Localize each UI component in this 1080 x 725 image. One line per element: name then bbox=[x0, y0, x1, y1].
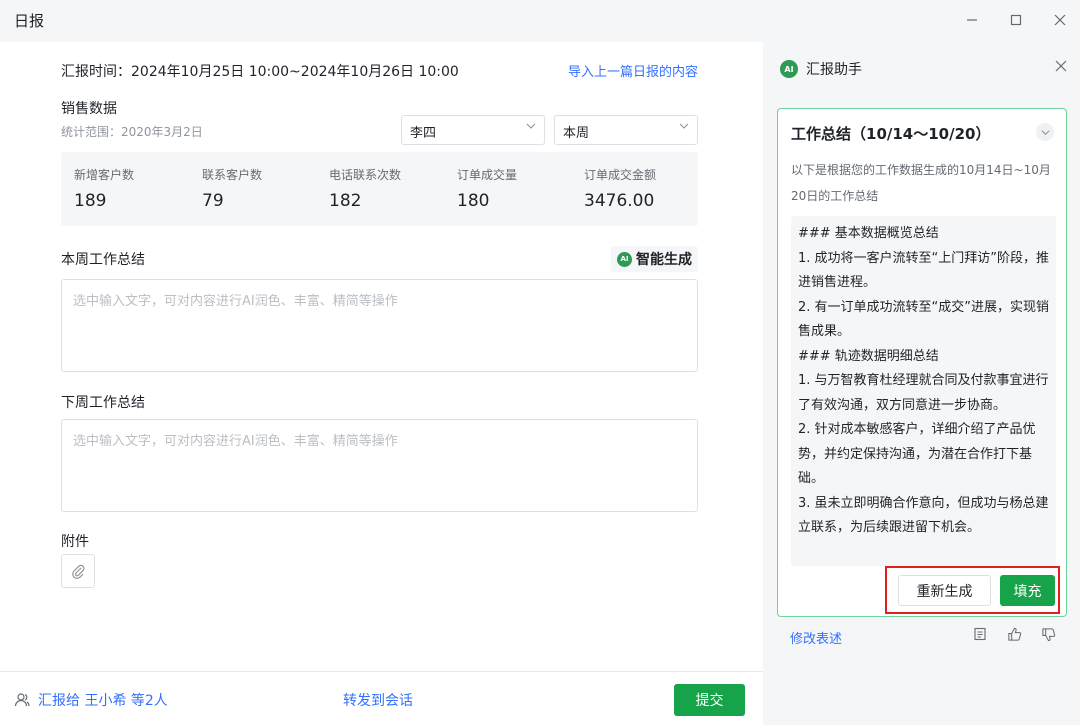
import-previous-link[interactable]: 导入上一篇日报的内容 bbox=[568, 61, 698, 80]
form-footer: 汇报给 王小希 等2人 转发到会话 提交 bbox=[0, 671, 763, 725]
stat-value: 182 bbox=[329, 191, 362, 211]
period-select-value: 本周 bbox=[563, 126, 590, 141]
this-week-title: 本周工作总结 bbox=[61, 252, 145, 268]
next-week-title: 下周工作总结 bbox=[61, 395, 145, 411]
stat-new-customers: 新增客户数 189 bbox=[74, 166, 134, 211]
paperclip-icon bbox=[72, 564, 85, 579]
report-time: 汇报时间：2024年10月25日 10:00~2024年10月26日 10:00 bbox=[61, 64, 459, 80]
stat-label: 订单成交金额 bbox=[584, 168, 657, 182]
this-week-summary-input[interactable]: 选中输入文字，可对内容进行AI润色、丰富、精简等操作 bbox=[61, 279, 698, 372]
close-icon[interactable] bbox=[1055, 57, 1067, 76]
window-title: 日报 bbox=[14, 12, 45, 30]
report-to-recipients[interactable]: 汇报给 王小希 等2人 bbox=[14, 690, 168, 710]
forward-to-chat-link[interactable]: 转发到会话 bbox=[343, 690, 413, 710]
summary-card: 工作总结（10/14～10/20） 以下是根据您的工作数据生成的10月14日~1… bbox=[777, 108, 1067, 617]
placeholder-text: 选中输入文字，可对内容进行AI润色、丰富、精简等操作 bbox=[73, 294, 398, 309]
stat-value: 3476.00 bbox=[584, 191, 655, 211]
stat-range: 统计范围：2020年3月2日 bbox=[61, 125, 203, 139]
ai-assistant-icon: AI bbox=[780, 60, 798, 78]
maximize-icon[interactable] bbox=[1004, 8, 1028, 32]
card-intro: 以下是根据您的工作数据生成的10月14日~10月20日的工作总结 bbox=[791, 163, 1051, 203]
regenerate-button[interactable]: 重新生成 bbox=[898, 575, 991, 606]
summary-line: 2. 有一订单成功流转至“成交”进展，实现销售成果。 bbox=[798, 299, 1050, 340]
chevron-down-icon bbox=[526, 121, 536, 134]
assistant-header: AI 汇报助手 bbox=[780, 59, 862, 79]
stat-value: 180 bbox=[457, 191, 490, 211]
attach-button[interactable] bbox=[61, 554, 95, 588]
stat-value: 79 bbox=[202, 191, 224, 211]
stat-orders: 订单成交量 180 bbox=[457, 166, 517, 211]
stat-label: 电话联系次数 bbox=[329, 168, 402, 182]
report-to-label: 汇报给 王小希 等2人 bbox=[38, 693, 168, 709]
person-select[interactable]: 李四 bbox=[401, 115, 545, 145]
user-icon bbox=[14, 693, 30, 707]
ai-assistant-icon: AI bbox=[617, 251, 632, 267]
report-assistant-panel: AI 汇报助手 工作总结（10/14～10/20） 以下是根据您的工作数据生成的… bbox=[763, 42, 1080, 725]
stat-order-amount: 订单成交金额 3476.00 bbox=[584, 166, 656, 211]
ai-generate-button[interactable]: AI 智能生成 bbox=[611, 246, 698, 272]
close-icon[interactable] bbox=[1048, 8, 1072, 32]
summary-line: 1. 与万智教育杜经理就合同及付款事宜进行了有效沟通，双方同意进一步协商。 bbox=[798, 373, 1049, 413]
person-select-value: 李四 bbox=[410, 126, 437, 141]
card-title: 工作总结（10/14～10/20） bbox=[791, 125, 991, 143]
sales-data-title: 销售数据 bbox=[61, 101, 117, 117]
stat-value: 189 bbox=[74, 191, 107, 211]
chevron-down-icon bbox=[679, 121, 689, 134]
sales-stats-panel: 新增客户数 189 联系客户数 79 电话联系次数 182 订单成交量 180 … bbox=[61, 152, 698, 226]
thumbs-down-icon[interactable] bbox=[1039, 625, 1057, 643]
summary-line: ### 轨迹数据明细总结 bbox=[798, 348, 939, 364]
attachment-title: 附件 bbox=[61, 534, 89, 550]
assistant-title: 汇报助手 bbox=[806, 62, 862, 78]
summary-line: ### 基本数据概览总结 bbox=[798, 226, 939, 241]
stat-label: 订单成交量 bbox=[457, 168, 518, 182]
placeholder-text: 选中输入文字，可对内容进行AI润色、丰富、精简等操作 bbox=[73, 434, 398, 449]
period-select[interactable]: 本周 bbox=[554, 115, 698, 145]
next-week-summary-input[interactable]: 选中输入文字，可对内容进行AI润色、丰富、精简等操作 bbox=[61, 419, 698, 512]
ai-generate-label: 智能生成 bbox=[636, 252, 692, 268]
stat-phone-contacts: 电话联系次数 182 bbox=[329, 166, 401, 211]
copy-icon[interactable] bbox=[971, 625, 989, 643]
chevron-down-icon[interactable] bbox=[1036, 123, 1054, 141]
summary-line: 1. 成功将一客户流转至“上门拜访”阶段，推进销售进程。 bbox=[798, 250, 1050, 291]
fill-button[interactable]: 填充 bbox=[1000, 575, 1055, 606]
modify-wording-link[interactable]: 修改表述 bbox=[790, 628, 842, 647]
stat-label: 联系客户数 bbox=[202, 168, 263, 182]
report-form: 汇报时间：2024年10月25日 10:00~2024年10月26日 10:00… bbox=[0, 42, 763, 725]
generated-summary: ### 基本数据概览总结 1. 成功将一客户流转至“上门拜访”阶段，推进销售进程… bbox=[791, 216, 1056, 566]
stat-label: 新增客户数 bbox=[74, 168, 135, 182]
summary-line: 3. 虽未立即明确合作意向，但成功与杨总建立联系，为后续跟进留下机会。 bbox=[798, 495, 1049, 536]
stat-contacted-customers: 联系客户数 79 bbox=[202, 166, 262, 211]
submit-button[interactable]: 提交 bbox=[674, 684, 745, 716]
title-bar: 日报 bbox=[0, 0, 1080, 42]
thumbs-up-icon[interactable] bbox=[1005, 625, 1023, 643]
summary-line: 2. 针对成本敏感客户，详细介绍了产品优势，并约定保持沟通，为潜在合作打下基础。 bbox=[798, 422, 1036, 486]
minimize-icon[interactable] bbox=[960, 8, 984, 32]
